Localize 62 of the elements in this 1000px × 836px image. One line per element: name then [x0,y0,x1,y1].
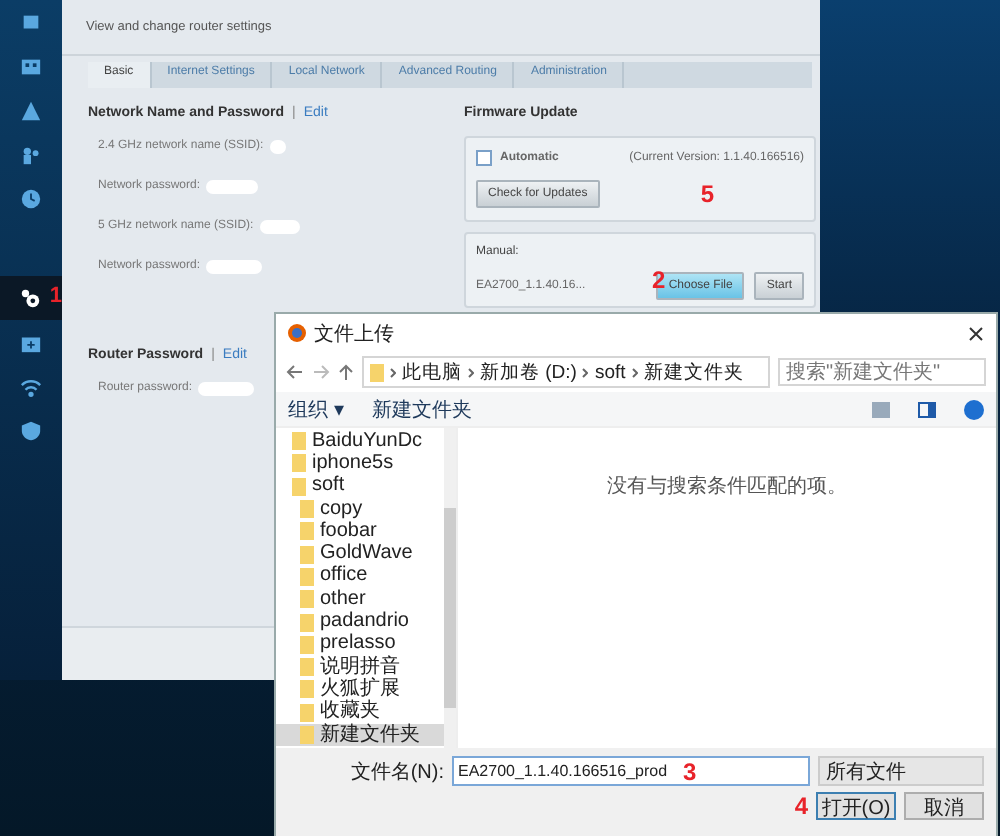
chevron-icon [390,367,396,377]
address-bar[interactable]: 此电脑 新加卷 (D:) soft 新建文件夹 [362,356,770,388]
folder-item[interactable]: 火狐扩展 [276,678,444,702]
folder-item[interactable]: BaiduYunDc [276,430,444,453]
annotation-number: 2 [652,266,666,294]
sidebar-item[interactable]: 1 [0,276,62,320]
folder-item[interactable]: 说明拼音 [276,655,444,679]
redaction-mark [198,381,255,395]
search-field[interactable]: 搜索"新建文件夹" [778,358,986,386]
folder-item[interactable]: foobar [276,520,444,543]
folder-item[interactable]: other [276,588,444,611]
grid-icon[interactable] [20,55,42,77]
chevron-icon [582,367,589,377]
open-button[interactable]: 打开(O) [816,792,896,820]
annotation-number: 4 [794,792,808,820]
folder-item[interactable]: iphone5s [276,452,444,476]
chevron-icon [631,367,638,377]
cancel-button[interactable]: 取消 [904,792,984,820]
path-segment[interactable]: 新加卷 (D:) [480,359,577,385]
organize-menu[interactable]: 组织 ▾ [288,395,344,423]
browser-icon [288,324,306,342]
warning-icon[interactable] [20,99,42,121]
folder-item[interactable]: padandrio [276,610,444,634]
people-icon[interactable] [20,143,42,165]
redaction-mark [269,139,286,153]
chevron-icon [468,367,474,377]
device-icon[interactable] [20,11,42,33]
gear-icon[interactable] [20,287,42,309]
preview-pane-icon[interactable] [918,401,936,417]
annotation-number: 1 [49,284,62,308]
folder-item[interactable]: 收藏夹 [276,701,444,724]
folder-item[interactable]: 新建文件夹 [276,723,444,747]
clock-icon[interactable] [20,187,42,209]
new-folder-button[interactable]: 新建文件夹 [371,395,472,423]
dialog-title: 文件上传 [314,321,396,347]
annotation-number: 5 [700,180,714,208]
filetype-dropdown[interactable]: 所有文件 [818,756,984,786]
folder-item[interactable]: office [276,565,444,589]
folder-item[interactable]: GoldWave [276,542,444,566]
folder-icon [370,363,384,381]
folder-item[interactable]: prelasso [276,633,444,656]
empty-message: 没有与搜索条件匹配的项。 [607,473,847,496]
filename-value: EA2700_1.1.40.166516_prod [458,762,668,780]
path-segment[interactable]: soft [594,361,626,383]
redaction-mark [206,179,259,193]
redaction-mark [206,259,263,273]
shield-icon[interactable] [20,419,42,441]
wifi-icon[interactable] [20,375,42,397]
back-icon[interactable] [286,364,304,380]
scrollbar[interactable] [444,428,456,748]
folder-item[interactable]: soft [276,475,444,498]
filename-field[interactable]: EA2700_1.1.40.166516_prod 3 [452,756,810,786]
path-segment[interactable]: 此电脑 [402,359,462,385]
automatic-checkbox[interactable] [476,150,492,166]
redaction-mark [259,219,300,233]
path-segment[interactable]: 新建文件夹 [643,359,744,385]
filename-label: 文件名(N): [350,759,444,785]
help-icon[interactable] [964,399,984,419]
annotation-number: 3 [683,757,697,785]
close-icon[interactable] [968,325,984,341]
up-icon[interactable] [338,363,354,381]
folder-item[interactable]: copy [276,497,444,521]
